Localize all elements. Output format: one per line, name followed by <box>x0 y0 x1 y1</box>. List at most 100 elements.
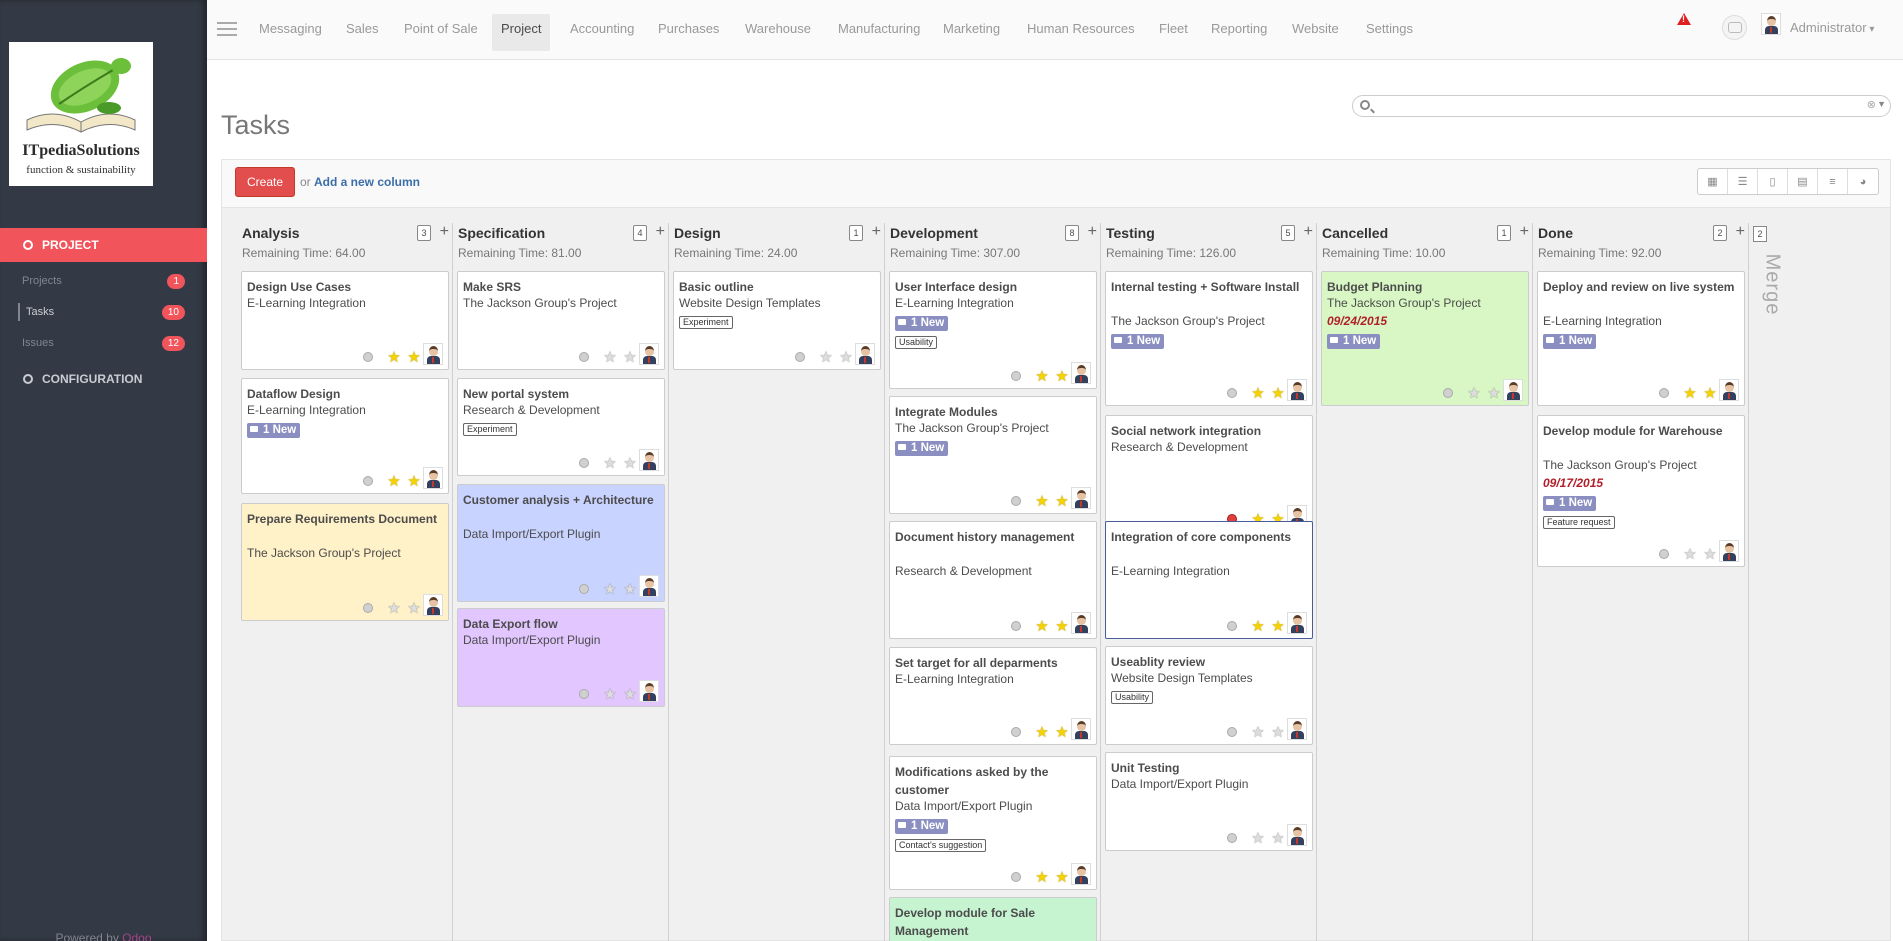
kanban-state-icon[interactable] <box>579 584 589 594</box>
priority-star-icon[interactable]: ★ <box>1467 386 1481 401</box>
priority-star-icon[interactable]: ★ <box>603 350 617 365</box>
priority-star-icon[interactable]: ★ <box>623 456 637 471</box>
priority-star-icon[interactable]: ★ <box>839 350 853 365</box>
new-messages-badge[interactable]: 1 New <box>895 819 949 834</box>
new-messages-badge[interactable]: 1 New <box>1327 334 1381 349</box>
priority-star-icon[interactable]: ★ <box>1683 386 1697 401</box>
task-card[interactable]: Develop module for Sale Management <box>889 897 1097 941</box>
kanban-state-icon[interactable] <box>363 476 373 486</box>
task-card[interactable]: Design Use Cases E-Learning Integration ★ ★ <box>241 271 449 370</box>
kanban-state-icon[interactable] <box>1011 371 1021 381</box>
topnav-point-of-sale[interactable]: Point of Sale <box>395 14 487 51</box>
task-card[interactable]: Budget Planning The Jackson Group's Proje… <box>1321 271 1529 406</box>
priority-star-icon[interactable]: ★ <box>1035 619 1049 634</box>
kanban-state-icon[interactable] <box>1011 872 1021 882</box>
priority-star-icon[interactable]: ★ <box>407 474 421 489</box>
priority-star-icon[interactable]: ★ <box>1055 870 1069 885</box>
add-task-icon[interactable]: + <box>872 223 881 241</box>
user-menu[interactable]: Administrator <box>1790 20 1874 35</box>
sidebar-item-issues[interactable]: Issues 12 <box>0 328 207 358</box>
chat-icon[interactable] <box>1722 15 1747 40</box>
assignee-avatar[interactable] <box>639 575 659 597</box>
priority-star-icon[interactable]: ★ <box>623 350 637 365</box>
column-title[interactable]: Testing <box>1106 225 1155 241</box>
kanban-state-icon[interactable] <box>1011 621 1021 631</box>
kanban-state-icon[interactable] <box>1659 388 1669 398</box>
column-title[interactable]: Analysis <box>242 225 300 241</box>
task-card[interactable]: Prepare Requirements Document The Jackson… <box>241 503 449 621</box>
priority-star-icon[interactable]: ★ <box>387 474 401 489</box>
calendar-view-icon[interactable]: ▤ <box>1788 169 1818 194</box>
assignee-avatar[interactable] <box>423 467 443 489</box>
kanban-view-icon[interactable]: ▦ <box>1698 169 1728 194</box>
task-card[interactable]: New portal system Research & Development E… <box>457 378 665 476</box>
assignee-avatar[interactable] <box>423 343 443 365</box>
assignee-avatar[interactable] <box>1071 863 1091 885</box>
kanban-state-icon[interactable] <box>795 352 805 362</box>
priority-star-icon[interactable]: ★ <box>387 350 401 365</box>
assignee-avatar[interactable] <box>639 343 659 365</box>
new-messages-badge[interactable]: 1 New <box>1543 496 1597 511</box>
priority-star-icon[interactable]: ★ <box>819 350 833 365</box>
assignee-avatar[interactable] <box>1071 362 1091 384</box>
new-messages-badge[interactable]: 1 New <box>1111 334 1165 349</box>
add-task-icon[interactable]: + <box>1736 223 1745 241</box>
assignee-avatar[interactable] <box>1287 718 1307 740</box>
priority-star-icon[interactable]: ★ <box>603 687 617 702</box>
priority-star-icon[interactable]: ★ <box>1251 831 1265 846</box>
task-card[interactable]: User Interface design E-Learning Integrat… <box>889 271 1097 389</box>
add-task-icon[interactable]: + <box>1304 223 1313 241</box>
priority-star-icon[interactable]: ★ <box>1055 494 1069 509</box>
topnav-accounting[interactable]: Accounting <box>561 14 643 51</box>
assignee-avatar[interactable] <box>639 449 659 471</box>
topnav-purchases[interactable]: Purchases <box>649 14 728 51</box>
assignee-avatar[interactable] <box>1503 379 1523 401</box>
priority-star-icon[interactable]: ★ <box>407 601 421 616</box>
company-logo[interactable]: ITpediaSolutions function & sustainabili… <box>9 42 153 186</box>
new-messages-badge[interactable]: 1 New <box>895 441 949 456</box>
priority-star-icon[interactable]: ★ <box>623 582 637 597</box>
kanban-state-icon[interactable] <box>1227 727 1237 737</box>
priority-star-icon[interactable]: ★ <box>1703 547 1717 562</box>
sidebar-item-projects[interactable]: Projects 1 <box>0 266 207 296</box>
topnav-messaging[interactable]: Messaging <box>250 14 331 51</box>
topnav-warehouse[interactable]: Warehouse <box>736 14 820 51</box>
kanban-state-icon[interactable] <box>579 352 589 362</box>
kanban-state-icon[interactable] <box>363 352 373 362</box>
column-title[interactable]: Development <box>890 225 978 241</box>
create-button[interactable]: Create <box>235 167 295 197</box>
form-view-icon[interactable]: ▯ <box>1758 169 1788 194</box>
warning-icon[interactable] <box>1677 13 1691 25</box>
topnav-website[interactable]: Website <box>1283 14 1348 51</box>
priority-star-icon[interactable]: ★ <box>1271 619 1285 634</box>
task-card[interactable]: Integration of core components E-Learning… <box>1105 521 1313 639</box>
priority-star-icon[interactable]: ★ <box>1055 369 1069 384</box>
priority-star-icon[interactable]: ★ <box>1487 386 1501 401</box>
priority-star-icon[interactable]: ★ <box>1251 619 1265 634</box>
topnav-settings[interactable]: Settings <box>1357 14 1422 51</box>
kanban-state-icon[interactable] <box>363 603 373 613</box>
priority-star-icon[interactable]: ★ <box>1055 619 1069 634</box>
hamburger-menu-icon[interactable] <box>217 22 237 36</box>
assignee-avatar[interactable] <box>1719 379 1739 401</box>
topnav-sales[interactable]: Sales <box>337 14 388 51</box>
priority-star-icon[interactable]: ★ <box>1271 386 1285 401</box>
column-title[interactable]: Done <box>1538 225 1573 241</box>
new-messages-badge[interactable]: 1 New <box>895 316 949 331</box>
new-messages-badge[interactable]: 1 New <box>1543 334 1597 349</box>
task-card[interactable]: Deploy and review on live system E-Learni… <box>1537 271 1745 406</box>
assignee-avatar[interactable] <box>1071 612 1091 634</box>
kanban-state-icon[interactable] <box>1227 388 1237 398</box>
task-card[interactable]: Useablity review Website Design Templates… <box>1105 646 1313 745</box>
add-task-icon[interactable]: + <box>1520 223 1529 241</box>
column-title[interactable]: Specification <box>458 225 545 241</box>
priority-star-icon[interactable]: ★ <box>603 582 617 597</box>
priority-star-icon[interactable]: ★ <box>1035 870 1049 885</box>
assignee-avatar[interactable] <box>1071 487 1091 509</box>
priority-star-icon[interactable]: ★ <box>1251 386 1265 401</box>
clear-icon[interactable]: ⊗ <box>1867 98 1876 111</box>
column-title[interactable]: Design <box>674 225 721 241</box>
priority-star-icon[interactable]: ★ <box>1271 831 1285 846</box>
kanban-state-icon[interactable] <box>1443 388 1453 398</box>
sidebar-item-tasks[interactable]: Tasks 10 <box>0 297 207 327</box>
